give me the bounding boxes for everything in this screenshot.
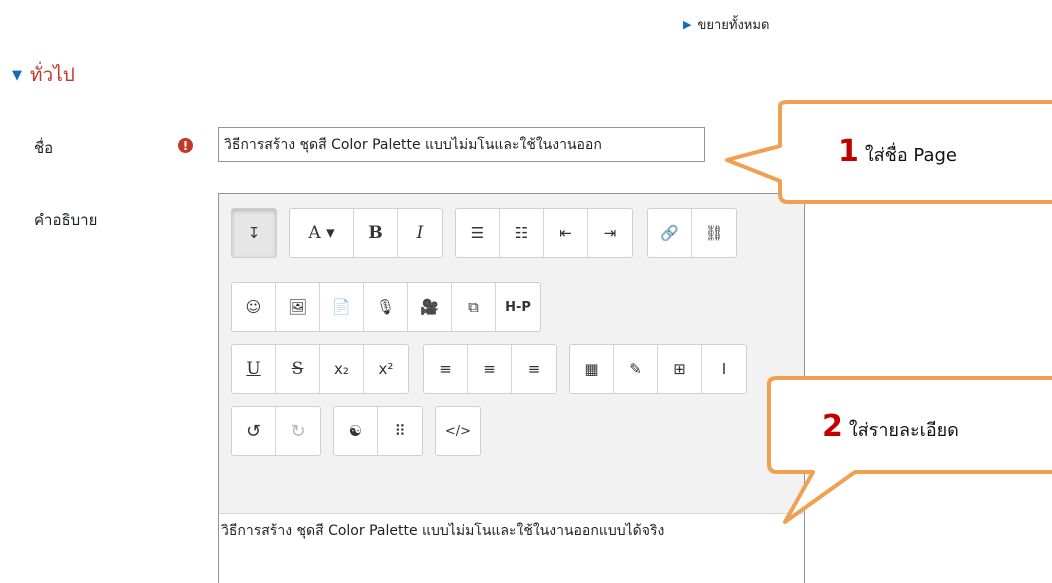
description-label: คำอธิบาย bbox=[34, 211, 98, 229]
callout-2-label: ใส่รายละเอียด bbox=[848, 420, 959, 441]
toolbar-group-history: ↺ ↻ bbox=[231, 406, 321, 456]
toolbar-group-media: ☺ 🖼 📄 🎙 🎥 ⧉ H-P bbox=[231, 282, 541, 332]
redo-button[interactable]: ↻ bbox=[276, 407, 320, 455]
toolbar-group-links: 🔗 ⛓ bbox=[647, 208, 737, 258]
required-icon: ! bbox=[178, 138, 193, 153]
outdent-button[interactable]: ⇤ bbox=[544, 209, 588, 257]
special-character-button[interactable]: ✎ bbox=[614, 345, 658, 393]
record-video-button[interactable]: 🎥 bbox=[408, 283, 452, 331]
toolbar-group-format: U S x₂ x² bbox=[231, 344, 409, 394]
toolbar-toggle-button[interactable]: ↧ bbox=[232, 209, 276, 257]
toolbar-group-html: </> bbox=[435, 406, 481, 456]
triangle-right-icon: ▶ bbox=[683, 18, 692, 31]
toolbar-group-collapse: ↧ bbox=[231, 208, 277, 258]
toolbar-group-insert: ▦ ✎ ⊞ I bbox=[569, 344, 747, 394]
underline-button[interactable]: U bbox=[232, 345, 276, 393]
callout-1-number: 1 bbox=[838, 134, 859, 169]
name-input[interactable]: วิธีการสร้าง ชุดสี Color Palette แบบไม่ม… bbox=[218, 127, 705, 162]
section-title: ทั่วไป bbox=[30, 64, 75, 86]
align-center-button[interactable]: ≡ bbox=[468, 345, 512, 393]
equation-button[interactable]: ▦ bbox=[570, 345, 614, 393]
toolbar-group-accessibility: ☯ ⠿ bbox=[333, 406, 423, 456]
subscript-button[interactable]: x₂ bbox=[320, 345, 364, 393]
screenreader-helper-button[interactable]: ⠿ bbox=[378, 407, 422, 455]
expand-all-label: ขยายทั้งหมด bbox=[697, 18, 770, 33]
section-general-toggle[interactable]: ▼ ทั่วไป bbox=[12, 60, 75, 90]
unlink-button[interactable]: ⛓ bbox=[692, 209, 736, 257]
undo-button[interactable]: ↺ bbox=[232, 407, 276, 455]
expand-all-link[interactable]: ▶ ขยายทั้งหมด bbox=[683, 14, 769, 35]
triangle-down-icon: ▼ bbox=[12, 67, 22, 83]
description-editor: ↧ A ▾ B I ☰ ☷ ⇤ ⇥ 🔗 ⛓ ☺ 🖼 📄 🎙 🎥 ⧉ H-P U … bbox=[218, 193, 805, 583]
toolbar-group-align: ≡ ≡ ≡ bbox=[423, 344, 557, 394]
clear-formatting-button[interactable]: I bbox=[702, 345, 746, 393]
media-button[interactable]: 📄 bbox=[320, 283, 364, 331]
toolbar-group-lists: ☰ ☷ ⇤ ⇥ bbox=[455, 208, 633, 258]
align-right-button[interactable]: ≡ bbox=[512, 345, 556, 393]
italic-button[interactable]: I bbox=[398, 209, 442, 257]
accessibility-checker-button[interactable]: ☯ bbox=[334, 407, 378, 455]
bold-button[interactable]: B bbox=[354, 209, 398, 257]
image-button[interactable]: 🖼 bbox=[276, 283, 320, 331]
toolbar-group-font: A ▾ B I bbox=[289, 208, 443, 258]
emoji-button[interactable]: ☺ bbox=[232, 283, 276, 331]
name-label: ชื่อ bbox=[34, 139, 54, 157]
html-source-button[interactable]: </> bbox=[436, 407, 480, 455]
indent-button[interactable]: ⇥ bbox=[588, 209, 632, 257]
callout-1-label: ใส่ชื่อ Page bbox=[864, 145, 957, 166]
table-button[interactable]: ⊞ bbox=[658, 345, 702, 393]
record-audio-button[interactable]: 🎙 bbox=[364, 283, 408, 331]
bullet-list-button[interactable]: ☰ bbox=[456, 209, 500, 257]
callout-2-number: 2 bbox=[822, 409, 843, 444]
link-button[interactable]: 🔗 bbox=[648, 209, 692, 257]
callout-1-text: 1 ใส่ชื่อ Page bbox=[838, 134, 957, 169]
editor-content[interactable]: วิธีการสร้าง ชุดสี Color Palette แบบไม่ม… bbox=[219, 513, 804, 583]
callout-2-text: 2 ใส่รายละเอียด bbox=[822, 409, 959, 444]
strikethrough-button[interactable]: S bbox=[276, 345, 320, 393]
numbered-list-button[interactable]: ☷ bbox=[500, 209, 544, 257]
font-style-button[interactable]: A ▾ bbox=[290, 209, 354, 257]
manage-files-button[interactable]: ⧉ bbox=[452, 283, 496, 331]
align-left-button[interactable]: ≡ bbox=[424, 345, 468, 393]
superscript-button[interactable]: x² bbox=[364, 345, 408, 393]
h5p-button[interactable]: H-P bbox=[496, 283, 540, 331]
